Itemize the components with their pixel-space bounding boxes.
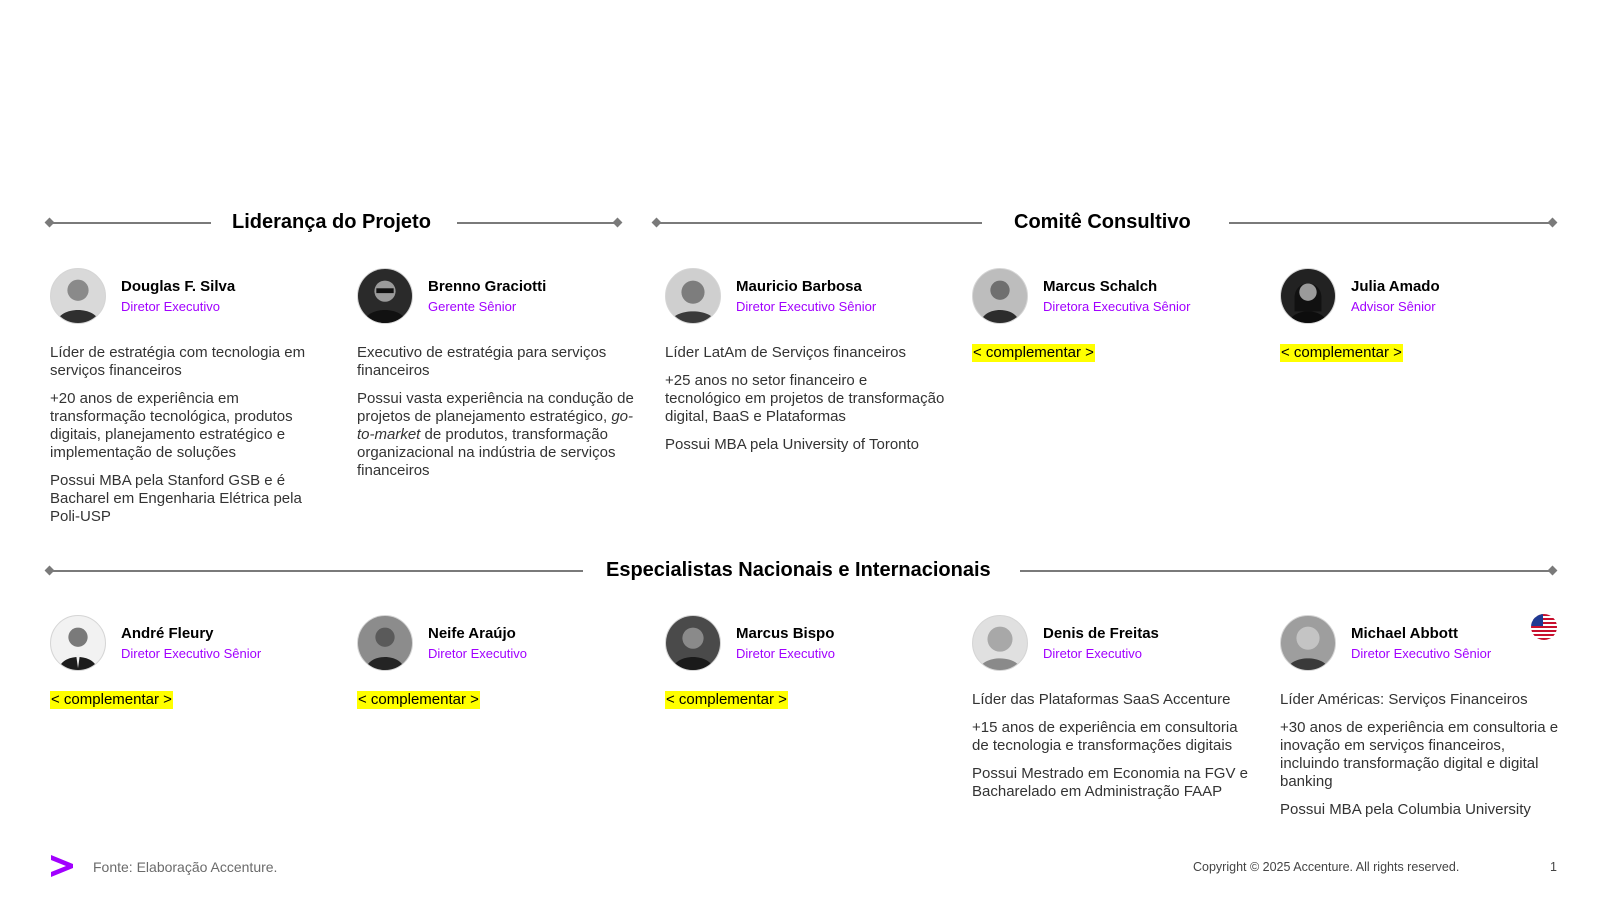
- avatar: [972, 615, 1028, 671]
- bio-line: Líder Américas: Serviços Financeiros: [1280, 691, 1528, 708]
- person-bio: < complementar >: [1280, 344, 1560, 362]
- person-role: Diretora Executiva Sênior: [1043, 299, 1191, 314]
- bio-line: Possui vasta experiência na condução de …: [357, 390, 637, 480]
- avatar: [972, 268, 1028, 324]
- avatar: [50, 615, 106, 671]
- avatar: [357, 615, 413, 671]
- avatar: [665, 615, 721, 671]
- divider-diamond: [1547, 217, 1558, 228]
- person-bio: Executivo de estratégia para serviços fi…: [357, 344, 637, 490]
- person-role: Diretor Executivo: [736, 646, 835, 661]
- bio-line: Líder LatAm de Serviços financeiros: [665, 344, 906, 361]
- person-bio: Líder LatAm de Serviços financeiros +25 …: [665, 344, 945, 464]
- divider-line: [457, 222, 618, 224]
- bio-line: Líder das Plataformas SaaS Accenture: [972, 691, 1231, 708]
- avatar: [357, 268, 413, 324]
- bio-line: Líder de estratégia com tecnologia em se…: [50, 344, 306, 379]
- person-bio: < complementar >: [972, 344, 1252, 362]
- person-role: Diretor Executivo Sênior: [121, 646, 262, 661]
- bio-line: Executivo de estratégia para serviços fi…: [357, 344, 607, 379]
- person-bio: < complementar >: [665, 691, 945, 709]
- placeholder-highlight: < complementar >: [357, 691, 480, 709]
- bio-line: +25 anos no setor financeiro e tecnológi…: [665, 372, 945, 425]
- footer-source: Fonte: Elaboração Accenture.: [93, 859, 278, 875]
- person-role: Diretor Executivo: [121, 299, 220, 314]
- person-role: Diretor Executivo Sênior: [736, 299, 877, 314]
- person-name: Brenno Graciotti: [428, 278, 547, 295]
- footer-copyright: Copyright © 2025 Accenture. All rights r…: [1193, 860, 1460, 874]
- avatar: [1280, 268, 1336, 324]
- section-title-specialists: Especialistas Nacionais e Internacionais: [606, 559, 991, 581]
- person-role: Diretor Executivo Sênior: [1351, 646, 1492, 661]
- divider-line: [657, 222, 982, 224]
- placeholder-highlight: < complementar >: [50, 691, 173, 709]
- us-flag-icon: [1531, 614, 1557, 640]
- bio-line: Possui Mestrado em Economia na FGV e Bac…: [972, 765, 1248, 800]
- person-bio: Líder das Plataformas SaaS Accenture +15…: [972, 691, 1252, 811]
- person-bio: < complementar >: [357, 691, 637, 709]
- placeholder-highlight: < complementar >: [972, 344, 1095, 362]
- divider-diamond: [612, 217, 623, 228]
- divider-line: [50, 570, 583, 572]
- section-title-leadership: Liderança do Projeto: [232, 211, 431, 233]
- person-role: Diretor Executivo: [1043, 646, 1142, 661]
- bio-line: Possui MBA pela Stanford GSB e é Bachare…: [50, 472, 302, 525]
- avatar: [50, 268, 106, 324]
- person-bio: Líder de estratégia com tecnologia em se…: [50, 344, 330, 536]
- person-name: Michael Abbott: [1351, 625, 1458, 642]
- divider-line: [50, 222, 211, 224]
- person-name: Neife Araújo: [428, 625, 516, 642]
- divider-line: [1020, 570, 1554, 572]
- person-role: Diretor Executivo: [428, 646, 527, 661]
- person-bio: Líder Américas: Serviços Financeiros +30…: [1280, 691, 1560, 829]
- person-name: Mauricio Barbosa: [736, 278, 862, 295]
- person-role: Advisor Sênior: [1351, 299, 1436, 314]
- person-name: Marcus Schalch: [1043, 278, 1158, 295]
- person-name: Julia Amado: [1351, 278, 1440, 295]
- bio-line: +15 anos de experiência em consultoria d…: [972, 719, 1238, 754]
- page-number: 1: [1550, 860, 1557, 874]
- person-name: Denis de Freitas: [1043, 625, 1159, 642]
- person-role: Gerente Sênior: [428, 299, 517, 314]
- accenture-logo-icon: [49, 853, 75, 879]
- person-bio: < complementar >: [50, 691, 330, 709]
- avatar: [1280, 615, 1336, 671]
- person-name: André Fleury: [121, 625, 214, 642]
- divider-diamond: [1547, 565, 1558, 576]
- placeholder-highlight: < complementar >: [665, 691, 788, 709]
- section-title-committee: Comitê Consultivo: [1014, 211, 1191, 233]
- avatar: [665, 268, 721, 324]
- bio-line: Possui MBA pela Columbia University: [1280, 801, 1531, 818]
- person-name: Douglas F. Silva: [121, 278, 236, 295]
- bio-text: Possui vasta experiência na condução de …: [357, 390, 634, 425]
- divider-line: [1229, 222, 1554, 224]
- placeholder-highlight: < complementar >: [1280, 344, 1403, 362]
- person-name: Marcus Bispo: [736, 625, 835, 642]
- bio-line: Possui MBA pela University of Toronto: [665, 436, 920, 453]
- bio-line: +30 anos de experiência em consultoria e…: [1280, 719, 1559, 790]
- bio-line: +20 anos de experiência em transformação…: [50, 390, 293, 461]
